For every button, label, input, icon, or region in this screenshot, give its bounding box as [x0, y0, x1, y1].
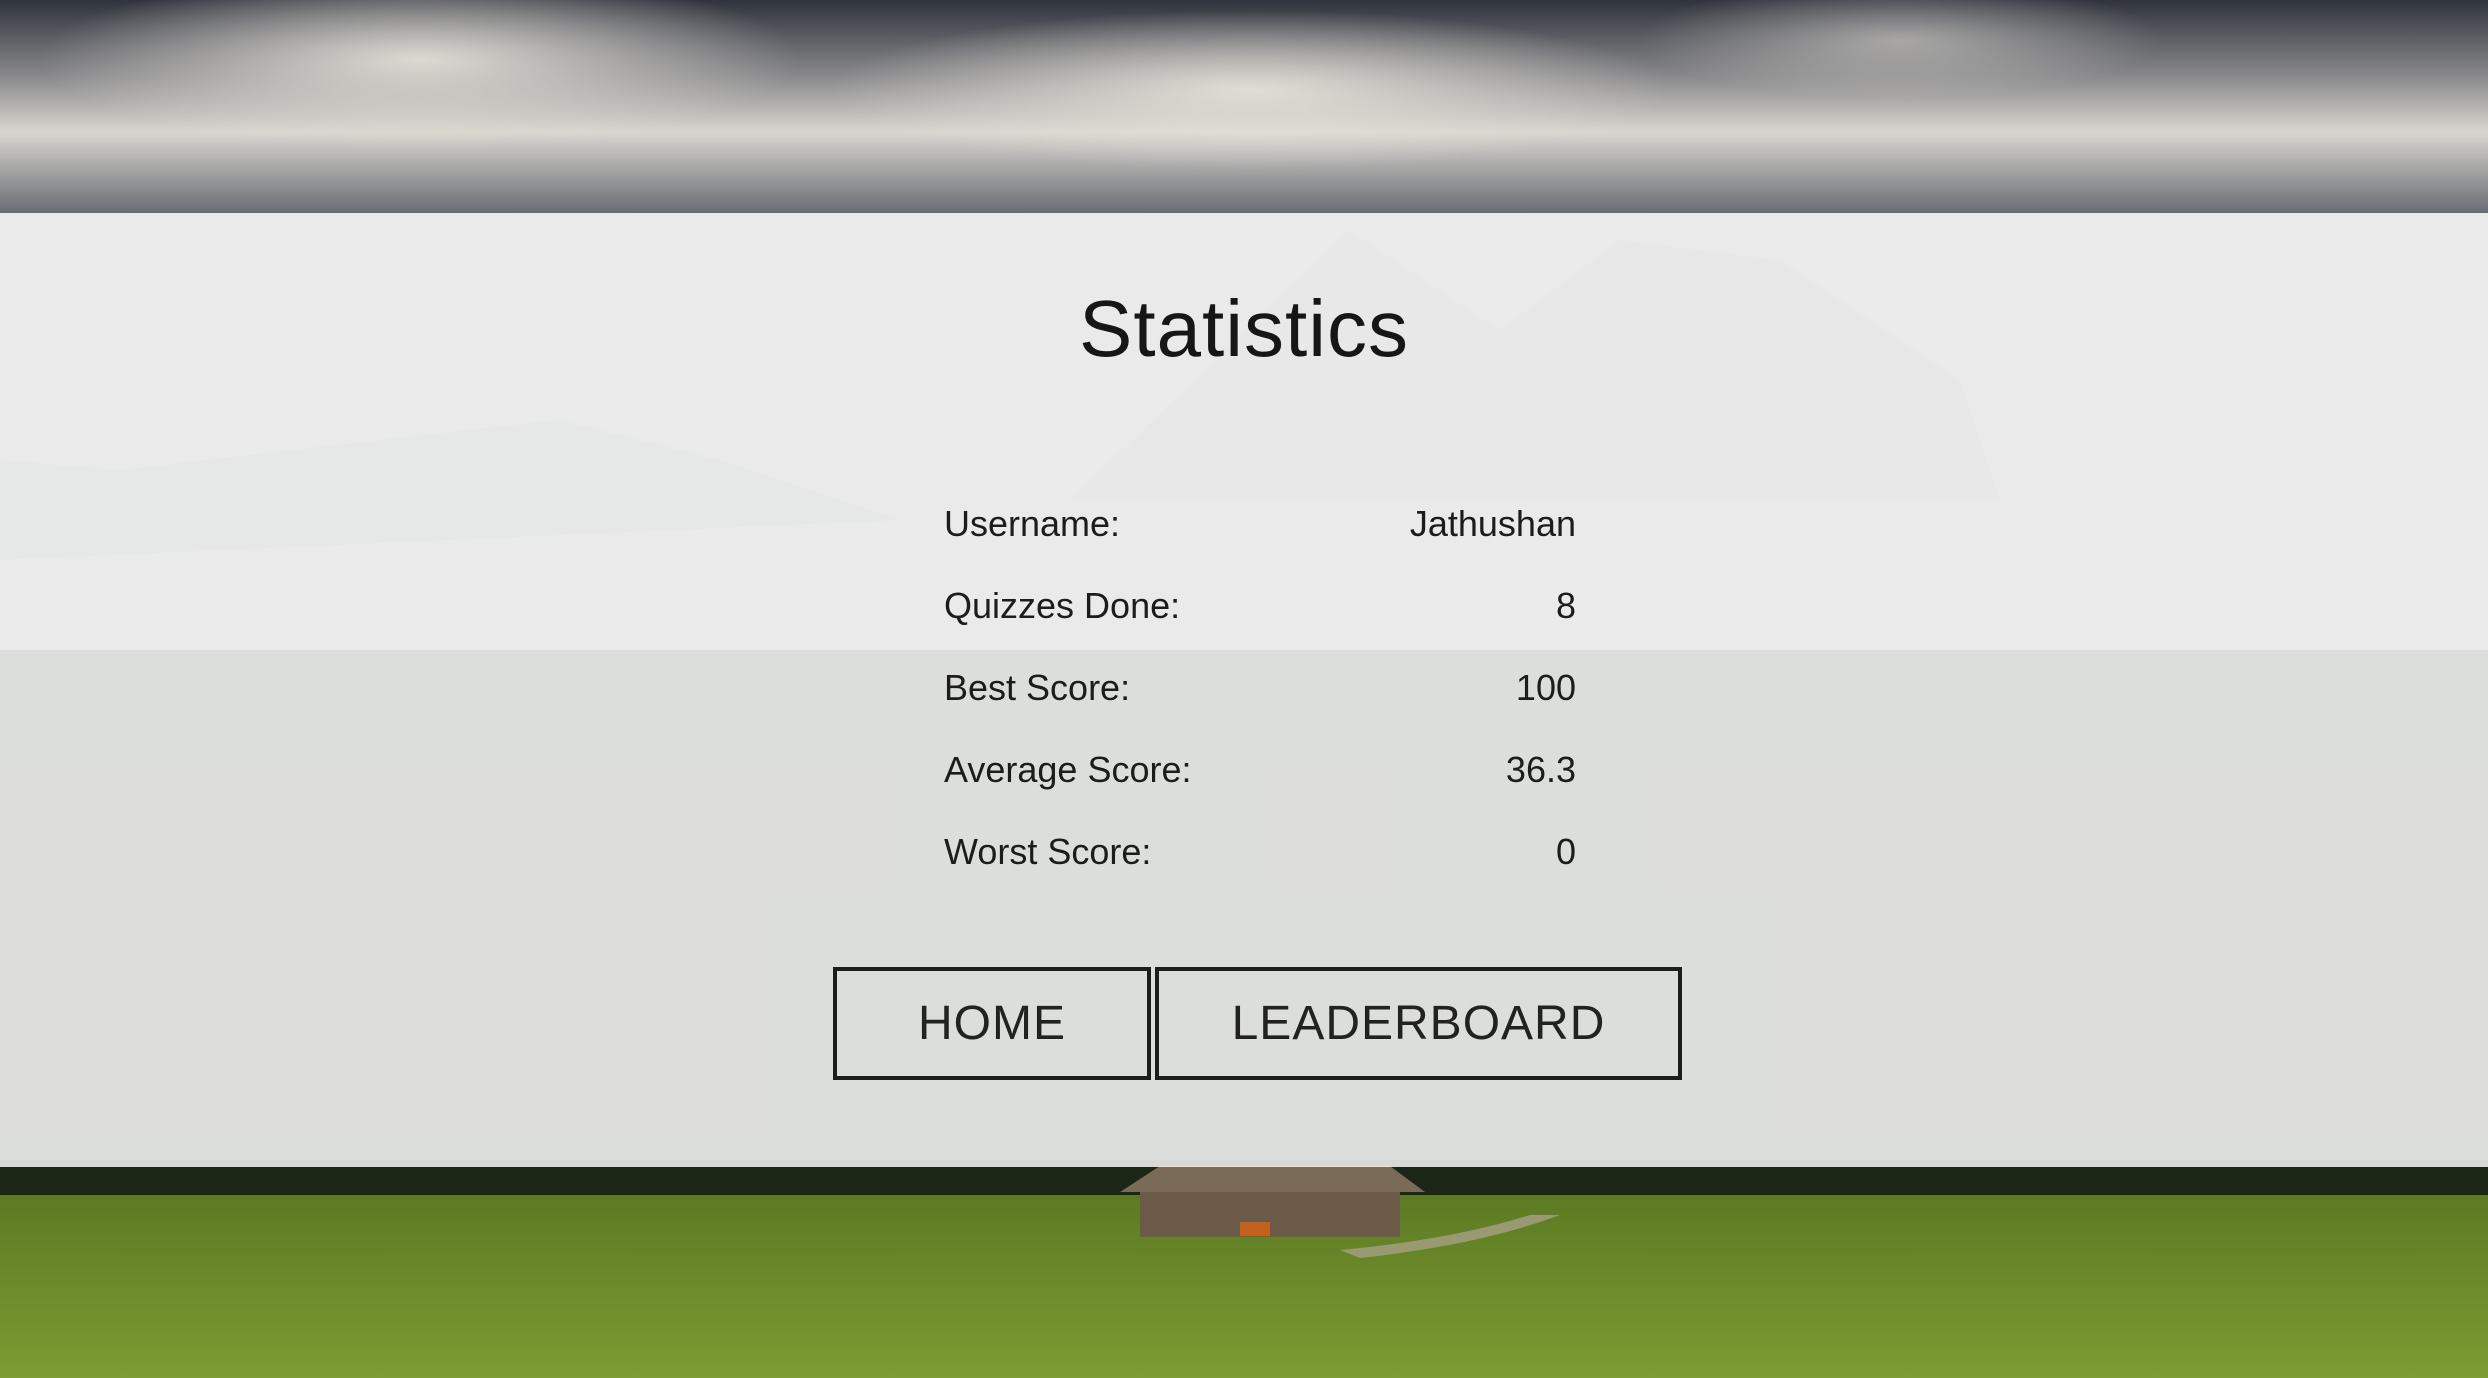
stat-value: 8: [1555, 585, 1576, 626]
stat-row-best-score: Best Score: 100: [944, 647, 1576, 729]
stats-list: Username: Jathushan Quizzes Done: 8 Best…: [944, 483, 1576, 893]
stat-value: Jathushan: [1409, 503, 1576, 544]
stat-label: Username:: [944, 503, 1121, 544]
stat-row-average-score: Average Score: 36.3: [944, 729, 1576, 811]
action-buttons: HOME LEADERBOARD: [833, 967, 1682, 1080]
stat-label: Quizzes Done:: [944, 585, 1181, 626]
statistics-panel: Statistics Username: Jathushan Quizzes D…: [0, 213, 2488, 1167]
leaderboard-button[interactable]: LEADERBOARD: [1155, 967, 1682, 1080]
stat-label: Worst Score:: [944, 831, 1152, 872]
stat-label: Best Score:: [944, 667, 1131, 708]
stat-value: 0: [1555, 831, 1576, 872]
stat-row-quizzes-done: Quizzes Done: 8: [944, 565, 1576, 647]
stat-row-username: Username: Jathushan: [944, 483, 1576, 565]
stat-label: Average Score:: [944, 749, 1192, 790]
stat-row-worst-score: Worst Score: 0: [944, 811, 1576, 893]
stat-value: 100: [1515, 667, 1576, 708]
stat-value: 36.3: [1505, 749, 1576, 790]
page-title: Statistics: [1078, 284, 1410, 373]
home-button[interactable]: HOME: [833, 967, 1151, 1080]
